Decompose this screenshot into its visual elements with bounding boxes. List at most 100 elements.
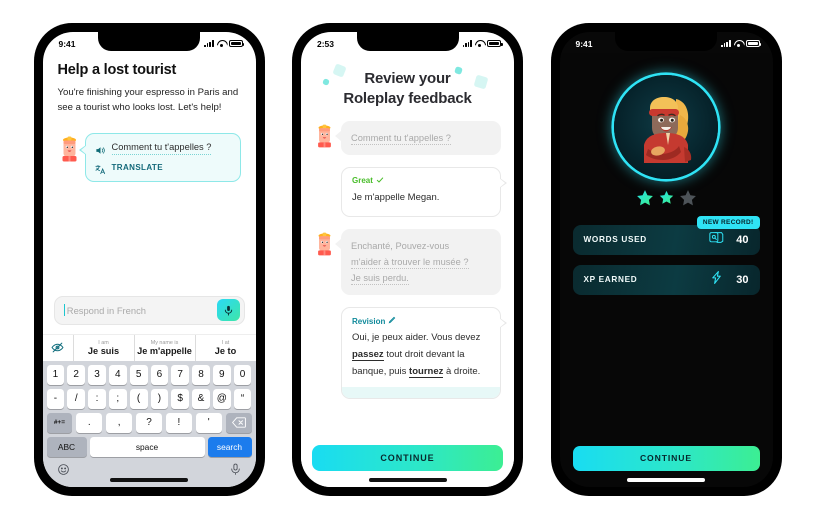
title-line-1: Review your: [364, 69, 451, 87]
feedback-bubble-great[interactable]: Great Je m'appelle Megan.: [341, 166, 507, 217]
key-8[interactable]: 8: [192, 364, 210, 385]
key-search[interactable]: search: [207, 436, 252, 457]
key-6[interactable]: 6: [150, 364, 169, 385]
stat-row-words-used: WORDS USED 40: [572, 224, 760, 255]
feedback-header-label: Great: [352, 176, 373, 186]
key-9[interactable]: 9: [212, 364, 231, 385]
status-time: 9:41: [58, 38, 76, 49]
key-colon[interactable]: :: [88, 388, 106, 409]
star-empty-3: [678, 188, 698, 208]
suggestion-word: Je suis: [87, 345, 120, 356]
key-exclamation[interactable]: !: [165, 412, 192, 433]
key-7[interactable]: 7: [171, 364, 190, 385]
emoji-icon[interactable]: [57, 463, 70, 481]
key-abc-toggle[interactable]: ABC: [46, 436, 87, 457]
feedback-scroll-area[interactable]: Review your Roleplay feedback Comment tu…: [301, 53, 514, 445]
suggestion-chip-2[interactable]: I at Je to: [194, 334, 256, 361]
key-comma[interactable]: ,: [106, 412, 133, 433]
prompt-line-3: Je suis perdu.: [351, 273, 409, 286]
key-apostrophe[interactable]: ': [195, 412, 222, 433]
page-title: Review your Roleplay feedback: [314, 69, 501, 109]
key-0[interactable]: 0: [233, 364, 252, 385]
key-semicolon[interactable]: ;: [108, 388, 127, 409]
phone-1-lesson: 9:41 Help a lost tourist You're finishin…: [33, 22, 265, 496]
battery-icon: [228, 40, 244, 47]
key-quote[interactable]: “: [233, 388, 252, 409]
key-ampersand[interactable]: &: [192, 388, 210, 409]
key-paren-open[interactable]: (: [129, 388, 148, 409]
character-message-row: Comment tu t'appelles ? TRANSLATE: [58, 132, 241, 182]
keyboard-row-numbers: 1 2 3 4 5 6 7 8 9 0: [45, 364, 254, 385]
scroll-fade: [301, 430, 514, 445]
status-time: 2:53: [317, 38, 335, 49]
screenshot-stage: 9:41 Help a lost tourist You're finishin…: [0, 0, 815, 518]
key-space[interactable]: space: [89, 436, 205, 457]
key-symbols-toggle[interactable]: #+=: [46, 412, 73, 433]
backspace-icon[interactable]: [225, 412, 252, 433]
suggestion-chip-0[interactable]: I am Je suis: [72, 334, 134, 361]
key-2[interactable]: 2: [67, 364, 86, 385]
suggestion-chip-1[interactable]: My name is Je m'appelle: [133, 334, 195, 361]
key-slash[interactable]: /: [67, 388, 86, 409]
phone-1-body: Help a lost tourist You're finishing you…: [42, 53, 256, 487]
home-indicator: [368, 477, 447, 482]
microphone-icon[interactable]: [216, 299, 240, 321]
key-paren-close[interactable]: ): [150, 388, 169, 409]
prompt-bubble[interactable]: Comment tu t'appelles ?: [335, 120, 501, 155]
translate-icon: [94, 162, 106, 174]
key-dollar[interactable]: $: [171, 388, 190, 409]
cellular-signal-icon: [462, 40, 472, 47]
checkmark-icon: [376, 176, 384, 186]
prompt-line-2: m'aider à trouver le musée ?: [351, 256, 469, 269]
phone-3-results: 9:41 NEW RECORD! WORDS USED 40 XP EARNED…: [550, 22, 782, 496]
prompt-line-1: Enchanté, Pouvez-vous: [351, 240, 450, 251]
key-4[interactable]: 4: [108, 364, 127, 385]
translate-button[interactable]: TRANSLATE: [94, 162, 231, 174]
key-5[interactable]: 5: [129, 364, 148, 385]
battery-icon: [745, 40, 761, 47]
message-row-prompt-2: Enchanté, Pouvez-vous m'aider à trouver …: [314, 228, 501, 296]
feedback-bubble-revision[interactable]: Revision Oui, je peux aider. Vous devez …: [341, 307, 507, 400]
rev-correction-1: passez: [352, 349, 384, 361]
stat-label: XP EARNED: [583, 275, 638, 284]
keyboard-row-symbols: - / : ; ( ) $ & @ “: [45, 388, 254, 409]
response-input-area: Respond in French: [43, 295, 256, 334]
character-avatar-icon: [314, 124, 337, 150]
stat-value: 40: [736, 233, 749, 246]
xp-bolt-icon: [709, 270, 724, 290]
cellular-signal-icon: [721, 40, 731, 47]
character-avatar-icon: [58, 136, 81, 162]
home-indicator: [627, 477, 705, 482]
prompt-bubble[interactable]: Enchanté, Pouvez-vous m'aider à trouver …: [335, 228, 501, 296]
rev-part-4: à droite.: [443, 365, 481, 377]
hide-hints-icon[interactable]: [43, 335, 73, 361]
message-row-feedback-great: Great Je m'appelle Megan.: [314, 166, 507, 217]
key-period[interactable]: .: [76, 412, 103, 433]
continue-button[interactable]: CONTINUE: [312, 444, 503, 471]
prompt-bubble[interactable]: Comment tu t'appelles ? TRANSLATE: [78, 132, 241, 182]
message-row-revision: Revision Oui, je peux aider. Vous devez …: [314, 307, 507, 400]
continue-button[interactable]: CONTINUE: [572, 445, 760, 471]
key-question[interactable]: ?: [136, 412, 162, 433]
keyboard-utility-row: [45, 461, 254, 487]
phone-2-body: Review your Roleplay feedback Comment tu…: [301, 53, 514, 487]
character-avatar-icon: [314, 232, 337, 258]
stat-row-xp-earned: XP EARNED 30: [572, 264, 760, 295]
keyboard-row-punctuation: #+= . , ? ! ': [45, 412, 254, 433]
key-at[interactable]: @: [212, 388, 231, 409]
word-cards-icon: [708, 230, 724, 250]
search-input[interactable]: Respond in French: [53, 295, 245, 325]
star-filled-1: [635, 188, 655, 208]
dictation-icon[interactable]: [229, 463, 242, 481]
phone-2-screen: 2:53 Review your Roleplay feedback Comme…: [301, 31, 514, 487]
key-3[interactable]: 3: [88, 364, 106, 385]
speaker-icon[interactable]: [95, 143, 106, 154]
key-hyphen[interactable]: -: [46, 388, 65, 409]
key-1[interactable]: 1: [46, 364, 65, 385]
word-suggestion-bar: I am Je suis My name is Je m'appelle I a…: [42, 333, 256, 361]
prompt-text: Comment tu t'appelles ?: [351, 132, 451, 145]
suggestion-word: Je to: [214, 345, 237, 356]
page-title: Help a lost tourist: [57, 61, 177, 78]
response-placeholder: Respond in French: [66, 304, 147, 316]
